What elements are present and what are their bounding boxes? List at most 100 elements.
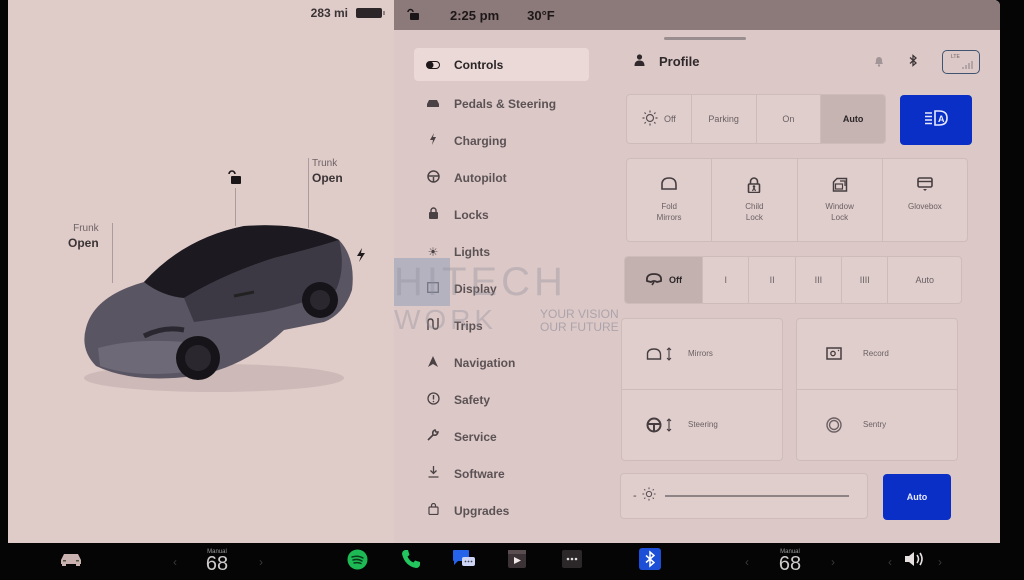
car-status: 283 mi: [310, 6, 385, 20]
chevron-left-icon: ‹: [173, 554, 177, 569]
menu-item-controls[interactable]: Controls: [414, 48, 589, 81]
svg-text:A: A: [938, 114, 945, 124]
bluetooth-app[interactable]: [638, 543, 662, 580]
profile-button[interactable]: Profile: [634, 54, 699, 69]
menu-item-navigation[interactable]: Navigation: [414, 344, 589, 381]
glovebox-icon: [917, 177, 933, 193]
wiper-speed-selector: Off I II III IIII Auto: [624, 256, 962, 304]
menu-item-software[interactable]: Software: [414, 455, 589, 492]
row-label: Mirrors: [688, 349, 713, 359]
menu-item-label: Pedals & Steering: [454, 96, 557, 111]
headlights-selector: Off Parking On Auto: [626, 94, 886, 144]
passenger-temp-down[interactable]: ‹: [740, 543, 754, 580]
menu-item-upgrades[interactable]: Upgrades: [414, 492, 589, 529]
wipers-speed-3-option[interactable]: III: [796, 257, 843, 303]
wipers-auto-option[interactable]: Auto: [888, 257, 961, 303]
menu-item-autopilot[interactable]: Autopilot: [414, 159, 589, 196]
wipers-off-option[interactable]: Off: [625, 257, 704, 303]
chevron-right-icon: ›: [831, 554, 835, 569]
sentry-button[interactable]: Sentry: [797, 390, 957, 461]
menu-item-safety[interactable]: Safety: [414, 381, 589, 418]
headlights-off-option[interactable]: Off: [627, 95, 692, 143]
car-button[interactable]: [56, 543, 86, 580]
trunk-status[interactable]: Open: [312, 171, 343, 185]
volume-button[interactable]: [902, 543, 928, 580]
menu-item-trips[interactable]: Trips: [414, 307, 589, 344]
volume-down[interactable]: ‹: [884, 543, 896, 580]
driver-temp-down[interactable]: ‹: [168, 543, 182, 580]
headlights-auto-option[interactable]: Auto: [821, 95, 885, 143]
steering-adjust-button[interactable]: Steering: [622, 390, 782, 461]
more-apps-button[interactable]: [561, 543, 583, 580]
driver-temperature[interactable]: Manual 68: [196, 543, 238, 580]
car-unlock-icon[interactable]: [226, 169, 242, 190]
status-bar: 2:25 pm 30°F: [394, 0, 1000, 30]
trips-icon: [426, 318, 440, 333]
menu-item-label: Charging: [454, 133, 507, 148]
fold-mirrors-button[interactable]: Fold Mirrors: [627, 159, 713, 241]
media-icon: [507, 549, 527, 574]
network-type: LTE: [951, 54, 960, 60]
record-button[interactable]: Record: [797, 319, 957, 390]
menu-item-label: Locks: [454, 207, 489, 222]
menu-item-lights[interactable]: ☀ Lights: [414, 233, 589, 270]
driver-temp-up[interactable]: ›: [254, 543, 268, 580]
navigation-icon: [426, 355, 440, 370]
row-label: Sentry: [863, 420, 887, 430]
auto-high-beam-button[interactable]: A: [900, 95, 972, 145]
settings-menu: Controls Pedals & Steering Charging Auto…: [414, 48, 589, 529]
passenger-temp-up[interactable]: ›: [826, 543, 840, 580]
chevron-left-icon: ‹: [745, 554, 749, 569]
panel-drag-handle[interactable]: [664, 37, 746, 40]
menu-item-label: Upgrades: [454, 503, 510, 518]
alert-circle-icon: [426, 391, 440, 408]
row-label: Record: [863, 349, 889, 359]
messages-app[interactable]: [451, 543, 477, 580]
child-lock-button[interactable]: Child Lock: [712, 159, 798, 241]
window-lock-button[interactable]: Window Lock: [798, 159, 883, 241]
mirrors-adjust-button[interactable]: Mirrors: [622, 319, 782, 390]
menu-item-display[interactable]: Display: [414, 270, 589, 307]
phone-app[interactable]: [399, 543, 423, 580]
settings-pane: 2:25 pm 30°F Controls Pedals & Steering …: [394, 0, 1000, 543]
menu-item-pedals-steering[interactable]: Pedals & Steering: [414, 85, 589, 122]
headlight-sun-icon: [642, 110, 658, 128]
phone-icon: [401, 549, 421, 574]
display-brightness-slider[interactable]: -: [620, 473, 868, 519]
wipers-speed-2-option[interactable]: II: [749, 257, 796, 303]
bottom-taskbar: ‹ Manual 68 › ‹ Manual 68 › ‹ ›: [0, 543, 1024, 580]
bell-icon[interactable]: [874, 55, 884, 70]
menu-item-service[interactable]: Service: [414, 418, 589, 455]
range-text: 283 mi: [310, 6, 348, 20]
menu-item-locks[interactable]: Locks: [414, 196, 589, 233]
option-label: On: [782, 114, 795, 124]
menu-item-charging[interactable]: Charging: [414, 122, 589, 159]
person-icon: [634, 54, 645, 69]
headlights-on-option[interactable]: On: [757, 95, 822, 143]
wipers-speed-1-option[interactable]: I: [703, 257, 750, 303]
profile-label: Profile: [659, 54, 700, 69]
volume-up[interactable]: ›: [934, 543, 946, 580]
option-label: II: [769, 275, 775, 285]
label-line1: Glovebox: [907, 202, 942, 211]
wipers-speed-4-option[interactable]: IIII: [842, 257, 889, 303]
chevron-right-icon: ›: [938, 554, 942, 569]
label-line1: Window: [825, 202, 854, 211]
brightness-auto-button[interactable]: Auto: [883, 474, 951, 520]
window-lock-icon: [832, 177, 848, 193]
glovebox-button[interactable]: Glovebox: [883, 159, 967, 241]
headlights-parking-option[interactable]: Parking: [692, 95, 757, 143]
lte-signal-badge[interactable]: LTE: [942, 50, 980, 74]
trunk-callout[interactable]: Trunk Open: [312, 158, 343, 185]
spotify-app[interactable]: [345, 543, 369, 580]
menu-item-label: Trips: [454, 318, 483, 333]
more-icon: [562, 550, 582, 573]
media-app[interactable]: [506, 543, 528, 580]
passenger-temperature[interactable]: Manual 68: [768, 543, 812, 580]
option-label: I: [724, 275, 727, 285]
menu-item-label: Safety: [454, 392, 491, 407]
bluetooth-icon[interactable]: [908, 54, 918, 70]
brightness-track[interactable]: [664, 495, 849, 497]
unlock-icon[interactable]: [406, 7, 420, 24]
sun-icon: ☀: [427, 244, 439, 259]
